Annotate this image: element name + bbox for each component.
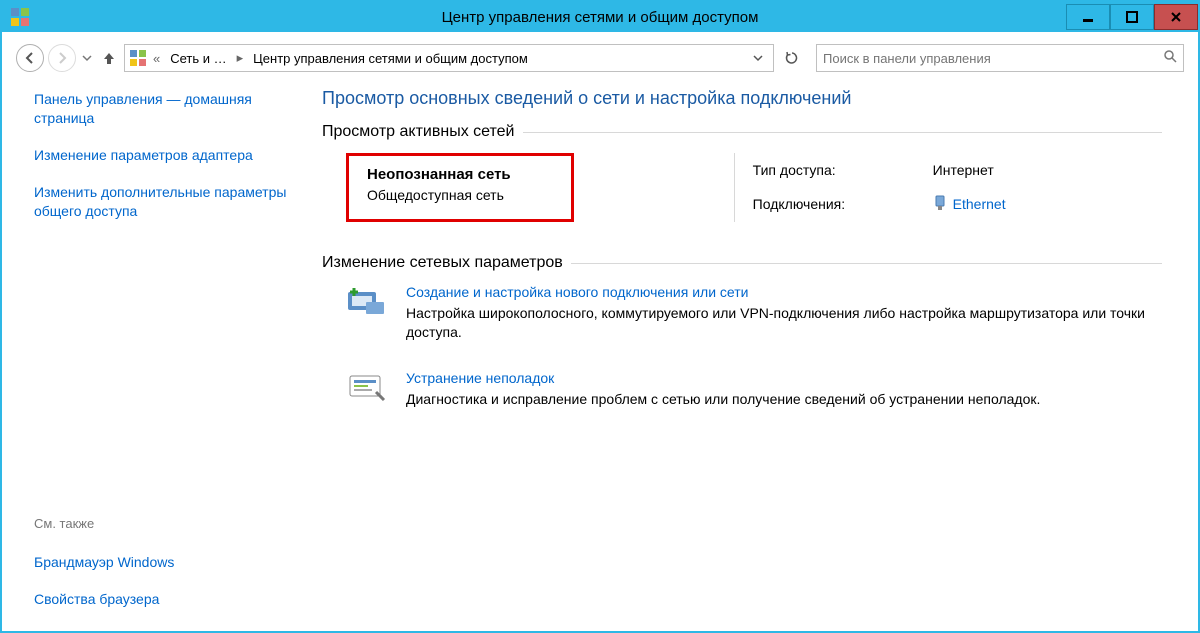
breadcrumb-dropdown[interactable]: [747, 51, 769, 66]
minimize-button[interactable]: [1066, 4, 1110, 30]
search-box[interactable]: [816, 44, 1184, 72]
titlebar[interactable]: Центр управления сетями и общим доступом: [2, 2, 1198, 32]
active-network-row: Неопознанная сеть Общедоступная сеть Тип…: [346, 153, 1162, 222]
nav-up-button[interactable]: [98, 47, 120, 69]
change-settings-section-header: Изменение сетевых параметров: [322, 254, 1162, 272]
network-details: Тип доступа: Интернет Подключения: Ether…: [734, 153, 1006, 222]
connection-link-ethernet[interactable]: Ethernet: [933, 195, 1006, 214]
content-wrap: « Сеть и … ▸ Центр управления сетями и о…: [10, 40, 1190, 623]
chevron-left-icon: «: [149, 51, 164, 66]
active-networks-section-header: Просмотр активных сетей: [322, 123, 1162, 141]
nav-back-button[interactable]: [16, 44, 44, 72]
active-networks-label: Просмотр активных сетей: [322, 123, 515, 141]
network-type: Общедоступная сеть: [367, 187, 511, 203]
breadcrumb-seg-current[interactable]: Центр управления сетями и общим доступом: [249, 49, 532, 68]
refresh-button[interactable]: [778, 44, 806, 72]
network-box-highlight: Неопознанная сеть Общедоступная сеть: [346, 153, 574, 222]
access-type-label: Тип доступа:: [753, 162, 913, 178]
sidebar: Панель управления — домашняя страница Из…: [10, 76, 310, 623]
action-troubleshoot: Устранение неполадок Диагностика и испра…: [346, 370, 1162, 409]
action-new-connection: Создание и настройка нового подключения …: [346, 284, 1162, 342]
search-icon[interactable]: [1163, 49, 1177, 68]
divider: [571, 263, 1162, 264]
action-troubleshoot-link[interactable]: Устранение неполадок: [406, 370, 554, 386]
content-pane: Просмотр основных сведений о сети и наст…: [310, 76, 1190, 623]
new-connection-icon: [346, 286, 388, 318]
sidebar-link-home[interactable]: Панель управления — домашняя страница: [34, 90, 302, 128]
connections-label: Подключения:: [753, 196, 913, 212]
action-troubleshoot-desc: Диагностика и исправление проблем с сеть…: [406, 390, 1040, 409]
troubleshoot-icon: [346, 372, 388, 404]
chevron-right-icon: ▸: [233, 50, 248, 66]
main-area: Панель управления — домашняя страница Из…: [10, 76, 1190, 623]
sidebar-link-firewall[interactable]: Брандмауэр Windows: [34, 553, 302, 572]
action-new-connection-link[interactable]: Создание и настройка нового подключения …: [406, 284, 748, 300]
page-heading: Просмотр основных сведений о сети и наст…: [322, 88, 1162, 109]
change-settings-label: Изменение сетевых параметров: [322, 254, 563, 272]
navbar: « Сеть и … ▸ Центр управления сетями и о…: [10, 40, 1190, 76]
sidebar-link-browser[interactable]: Свойства браузера: [34, 590, 302, 609]
action-new-connection-desc: Настройка широкополосного, коммутируемог…: [406, 304, 1162, 342]
divider: [523, 132, 1163, 133]
see-also-label: См. также: [34, 516, 302, 535]
access-type-value: Интернет: [933, 162, 1006, 178]
nav-history-dropdown[interactable]: [80, 53, 94, 63]
maximize-button[interactable]: [1110, 4, 1154, 30]
window-frame: Центр управления сетями и общим доступом: [0, 0, 1200, 633]
window-controls: [1066, 4, 1198, 30]
window-title: Центр управления сетями и общим доступом: [2, 9, 1198, 26]
search-input[interactable]: [823, 51, 1163, 66]
breadcrumb[interactable]: « Сеть и … ▸ Центр управления сетями и о…: [124, 44, 774, 72]
app-icon: [10, 7, 30, 27]
sidebar-link-adapter[interactable]: Изменение параметров адаптера: [34, 146, 302, 165]
breadcrumb-seg-network[interactable]: Сеть и …: [166, 49, 230, 68]
connection-link-label: Ethernet: [953, 196, 1006, 212]
ethernet-icon: [933, 195, 947, 214]
close-button[interactable]: [1154, 4, 1198, 30]
nav-forward-button[interactable]: [48, 44, 76, 72]
network-name: Неопознанная сеть: [367, 166, 511, 183]
sidebar-link-sharing[interactable]: Изменить дополнительные параметры общего…: [34, 183, 302, 221]
breadcrumb-icon: [129, 49, 147, 67]
